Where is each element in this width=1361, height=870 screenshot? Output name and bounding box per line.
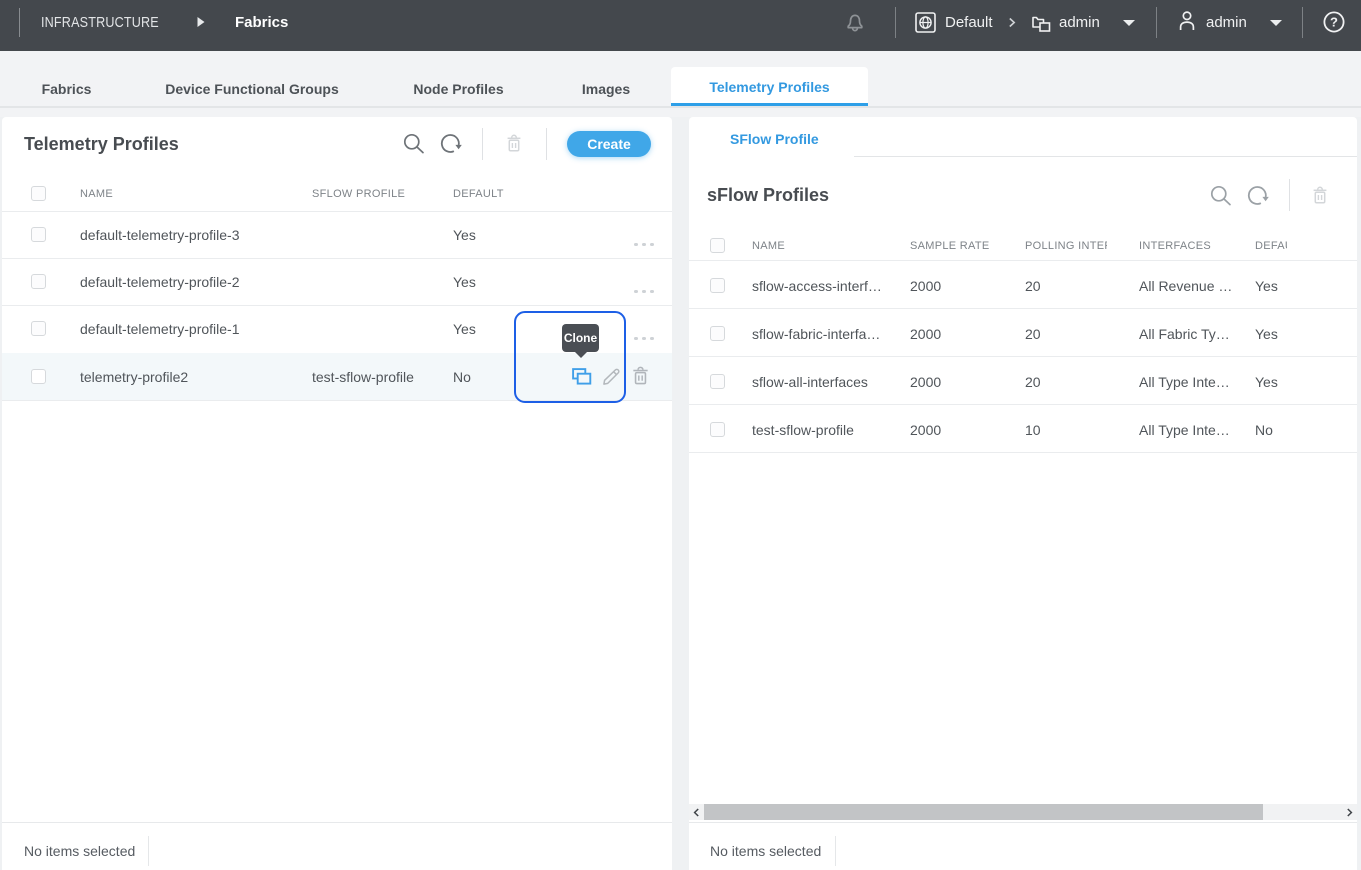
svg-text:?: ? [1330, 15, 1338, 30]
